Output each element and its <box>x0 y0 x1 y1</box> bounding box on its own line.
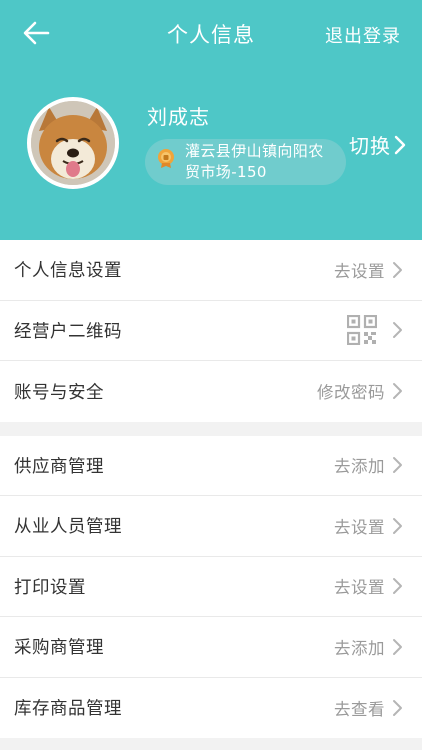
dog-avatar-image <box>31 101 115 185</box>
chevron-right-icon <box>393 383 402 400</box>
market-name: 灌云县伊山镇向阳农贸市场-150 <box>185 142 324 181</box>
qrcode-icon <box>347 315 377 346</box>
chevron-right-icon <box>393 699 402 716</box>
row-value: 去设置 <box>334 517 385 537</box>
chevron-right-icon <box>393 457 402 474</box>
switch-button[interactable]: 切换 <box>349 130 406 159</box>
section-divider <box>0 421 422 436</box>
chevron-right-icon <box>394 135 406 154</box>
chevron-right-icon <box>393 261 402 278</box>
row-inventory-management[interactable]: 库存商品管理 去查看 <box>0 678 422 739</box>
chevron-right-icon <box>393 322 402 339</box>
row-personal-info-settings[interactable]: 个人信息设置 去设置 <box>0 240 422 301</box>
row-value: 去添加 <box>334 638 385 658</box>
row-label: 打印设置 <box>14 577 86 598</box>
chevron-right-icon <box>393 517 402 534</box>
switch-label: 切换 <box>349 134 391 158</box>
row-label: 供应商管理 <box>14 456 104 477</box>
chevron-right-icon <box>393 578 402 595</box>
logout-button[interactable]: 退出登录 <box>325 22 401 48</box>
row-value: 去查看 <box>334 699 385 719</box>
top-bar: 个人信息 退出登录 <box>0 0 422 66</box>
row-label: 个人信息设置 <box>14 261 122 282</box>
row-merchant-qrcode[interactable]: 经营户二维码 <box>0 301 422 361</box>
avatar[interactable] <box>27 97 119 189</box>
row-supplier-management[interactable]: 供应商管理 去添加 <box>0 436 422 496</box>
row-label: 从业人员管理 <box>14 517 122 538</box>
row-value: 去添加 <box>334 457 385 477</box>
medal-icon <box>158 149 174 168</box>
row-staff-management[interactable]: 从业人员管理 去设置 <box>0 496 422 557</box>
profile-header: 个人信息 退出登录 刘成志 灌云县伊山镇向阳农贸市场-150 切换 <box>0 0 422 240</box>
row-label: 账号与安全 <box>14 382 104 403</box>
row-account-security[interactable]: 账号与安全 修改密码 <box>0 361 422 422</box>
row-print-settings[interactable]: 打印设置 去设置 <box>0 557 422 617</box>
settings-group-management: 供应商管理 去添加 从业人员管理 去设置 打印设置 去设置 采购商管理 去添加 … <box>0 435 422 739</box>
row-value: 去设置 <box>334 261 385 281</box>
row-label: 采购商管理 <box>14 638 104 659</box>
row-purchaser-management[interactable]: 采购商管理 去添加 <box>0 617 422 678</box>
settings-group-account: 个人信息设置 去设置 经营户二维码 账号与安全 修改密码 <box>0 240 422 422</box>
chevron-right-icon <box>393 638 402 655</box>
row-value: 去设置 <box>334 578 385 598</box>
row-label: 经营户二维码 <box>14 321 122 342</box>
market-badge: 灌云县伊山镇向阳农贸市场-150 <box>145 139 346 185</box>
row-value: 修改密码 <box>317 383 385 403</box>
row-label: 库存商品管理 <box>14 699 122 720</box>
user-name: 刘成志 <box>147 105 210 129</box>
